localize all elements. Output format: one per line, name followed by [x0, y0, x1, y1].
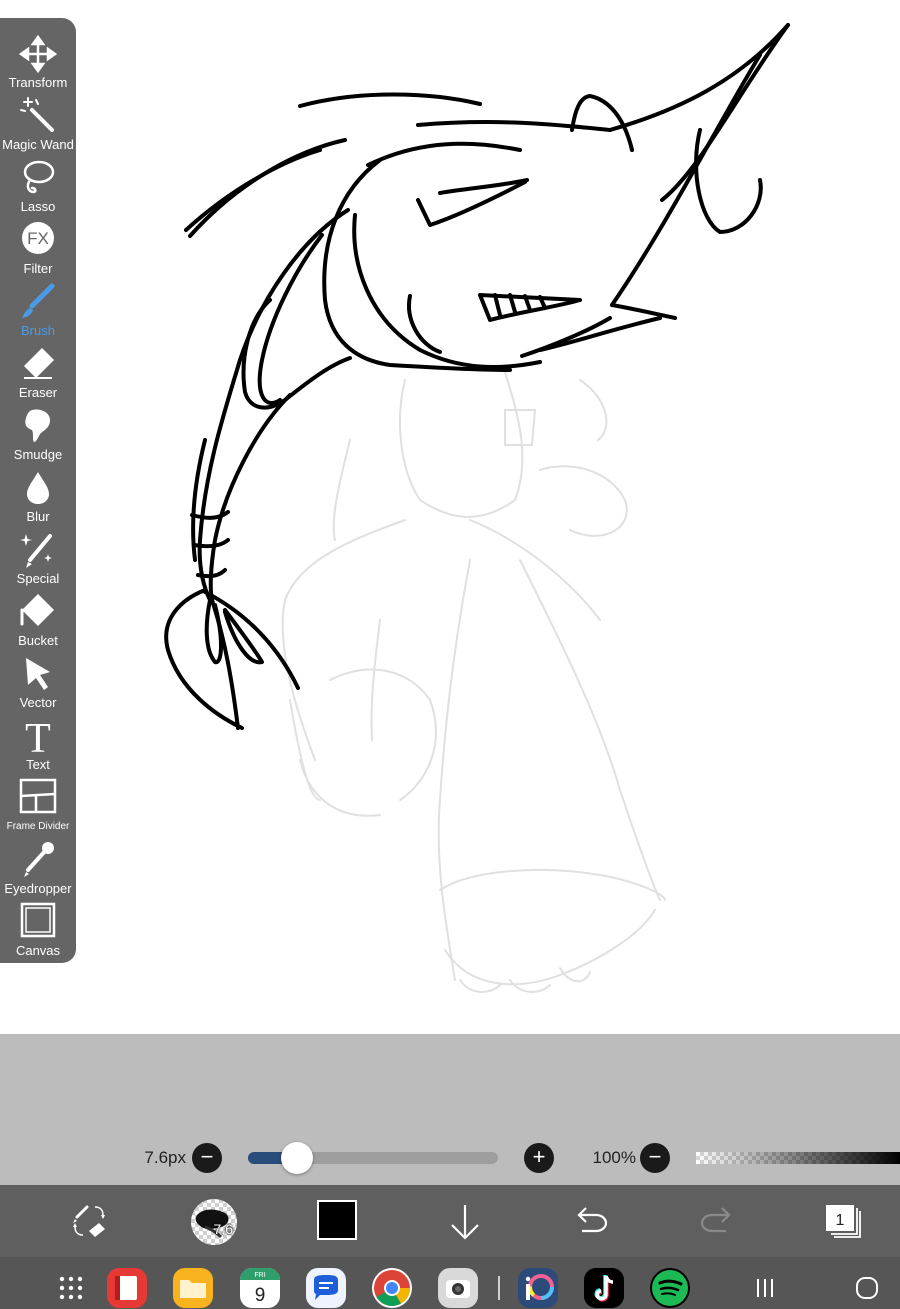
brush-size-badge: 7.6: [213, 1221, 233, 1237]
brush-opacity-slider[interactable]: [696, 1152, 900, 1164]
layer-count: 1: [836, 1212, 845, 1229]
canvas-frame-icon: [20, 902, 56, 938]
chrome-icon: [374, 1270, 410, 1307]
svg-text:FRI: FRI: [254, 1272, 265, 1279]
tool-frame-divider[interactable]: Frame Divider: [0, 776, 76, 838]
tiktok-icon: [594, 1275, 614, 1302]
tool-bucket[interactable]: Bucket: [0, 590, 76, 652]
app-drawer-button[interactable]: [56, 1273, 86, 1303]
app-chrome[interactable]: [372, 1268, 412, 1308]
app-tiktok[interactable]: [584, 1268, 624, 1308]
undo-button[interactable]: [566, 1197, 616, 1247]
app-ibis-paint[interactable]: [518, 1268, 558, 1308]
download-button[interactable]: [440, 1197, 490, 1247]
tool-label: Frame Divider: [6, 821, 70, 832]
tool-label: Special: [16, 571, 60, 586]
spotify-icon: [652, 1270, 688, 1306]
drawing-canvas[interactable]: [0, 0, 900, 1034]
svg-text:FX: FX: [27, 229, 49, 248]
layers-button[interactable]: 1: [818, 1197, 868, 1247]
folder-icon: [180, 1280, 206, 1298]
tool-blur[interactable]: Blur: [0, 466, 76, 528]
tool-label: Filter: [23, 261, 53, 276]
tool-label: Eraser: [18, 385, 58, 400]
tool-smudge[interactable]: Smudge: [0, 404, 76, 466]
lasso-icon: [23, 160, 55, 194]
brush-size-increase-button[interactable]: +: [524, 1143, 554, 1173]
tool-magic-wand[interactable]: Magic Wand: [0, 94, 76, 156]
move-arrows-icon: [18, 34, 58, 74]
camera-icon: [446, 1280, 470, 1298]
layers-icon: 1: [826, 1205, 861, 1238]
eraser-icon: [24, 348, 54, 379]
tool-eyedropper[interactable]: Eyedropper: [0, 838, 76, 900]
tool-special[interactable]: Special: [0, 528, 76, 590]
tool-lasso[interactable]: Lasso: [0, 156, 76, 218]
tool-eraser[interactable]: Eraser: [0, 342, 76, 404]
tool-label: Blur: [26, 509, 50, 524]
tool-label: Magic Wand: [2, 137, 74, 152]
home-button[interactable]: [852, 1273, 882, 1303]
quick-switch-brush-eraser-button[interactable]: [65, 1197, 115, 1247]
app-camera[interactable]: [438, 1268, 478, 1308]
svg-text:T: T: [25, 716, 51, 756]
color-picker-button[interactable]: [317, 1200, 357, 1240]
tool-label: Vector: [19, 695, 57, 710]
arrow-down-icon: [451, 1205, 479, 1240]
recent-apps-button[interactable]: [750, 1273, 780, 1303]
ibis-paint-icon: [525, 1274, 554, 1300]
brush-eraser-swap-icon: [73, 1205, 105, 1237]
notes-app-icon: [115, 1276, 137, 1300]
app-spotify[interactable]: [650, 1268, 690, 1308]
app-messages[interactable]: [306, 1268, 346, 1308]
app-calendar[interactable]: FRI 9: [240, 1268, 280, 1308]
tool-label: Bucket: [18, 633, 58, 648]
tool-label: Smudge: [13, 447, 63, 462]
undo-icon: [577, 1207, 608, 1233]
sparkle-pen-icon: [20, 534, 52, 568]
tool-label: Brush: [21, 323, 55, 338]
tool-transform[interactable]: Transform: [0, 32, 76, 94]
svg-text:9: 9: [255, 1285, 266, 1306]
tool-canvas[interactable]: Canvas: [0, 900, 76, 962]
brush-preview-button[interactable]: 7.6: [191, 1199, 237, 1245]
smudge-finger-icon: [25, 409, 50, 442]
brush-size-decrease-button[interactable]: −: [192, 1143, 222, 1173]
app-files[interactable]: [173, 1268, 213, 1308]
brush-size-slider-thumb[interactable]: [280, 1142, 313, 1174]
tool-text[interactable]: T Text: [0, 714, 76, 776]
tool-vector[interactable]: Vector: [0, 652, 76, 714]
app-notes[interactable]: [107, 1268, 147, 1308]
brush-opacity-decrease-button[interactable]: −: [640, 1143, 670, 1173]
calendar-icon: FRI 9: [240, 1268, 280, 1306]
brush-opacity-value: 100%: [592, 1148, 636, 1167]
tool-label: Lasso: [20, 199, 56, 214]
frame-divider-icon: [19, 778, 57, 814]
brush-size-value: 7.6px: [144, 1148, 186, 1167]
recent-apps-icon: [757, 1279, 773, 1297]
redo-icon: [700, 1207, 731, 1233]
brush-icon: [22, 283, 55, 318]
text-t-icon: T: [25, 716, 51, 756]
tool-brush[interactable]: Brush: [0, 280, 76, 342]
magic-wand-icon: [20, 97, 54, 132]
tool-label: Canvas: [15, 943, 61, 958]
tool-label: Eyedropper: [4, 881, 72, 896]
chat-bubble-icon: [314, 1275, 338, 1300]
fx-filter-icon: FX: [22, 222, 54, 254]
eyedropper-icon: [24, 842, 54, 877]
canvas-artwork: [164, 23, 790, 993]
pointer-arrow-icon: [26, 658, 50, 690]
redo-button[interactable]: [692, 1197, 742, 1247]
paint-bucket-icon: [20, 594, 54, 626]
tool-label: Transform: [8, 75, 68, 90]
tool-filter[interactable]: FX Filter: [0, 218, 76, 280]
home-circle-icon: [856, 1277, 878, 1299]
tool-palette: Transform Magic Wand Lasso FX Filter Bru…: [0, 18, 76, 963]
dock-separator: [498, 1276, 500, 1300]
water-drop-icon: [27, 472, 49, 504]
app-grid-icon: [59, 1276, 83, 1300]
tool-label: Text: [26, 757, 50, 772]
